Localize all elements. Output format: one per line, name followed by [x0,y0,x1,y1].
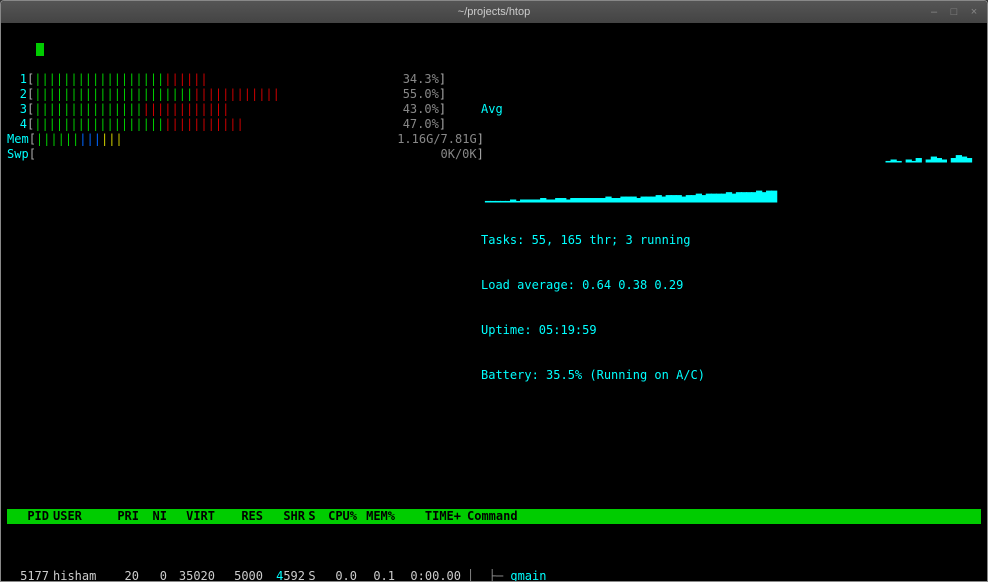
hdr-shr[interactable]: SHR [263,509,305,524]
terminal-window: ~/projects/htop – □ × 1 [|||||||||||||||… [0,0,988,582]
cpu-meter-3: 3 [||||||||||||||||||||||||||| 43.0%] [7,102,477,117]
cpu-meter-1: 1 [|||||||||||||||||||||||| 34.3%] [7,72,477,87]
cpu-meter-4: 4 [||||||||||||||||||||||||||||| 47.0%] [7,117,477,132]
avg-label: Avg [481,102,981,117]
swp-meter: Swp[ 0K/0K] [7,147,477,162]
hdr-cpu[interactable]: CPU% [319,509,357,524]
hdr-pid[interactable]: PID [7,509,49,524]
hdr-cmd[interactable]: Command [461,509,981,524]
hdr-virt[interactable]: VIRT [167,509,215,524]
mem-meter: Mem[|||||||||||| 1.16G/7.81G] [7,132,477,147]
sparkline: ▁▂▁ ▂▁▃ ▂▄▃▂ ▃▅▄▃ [481,153,981,163]
hdr-time[interactable]: TIME+ [395,509,461,524]
hdr-pri[interactable]: PRI [105,509,139,524]
load-line: Load average: 0.64 0.38 0.29 [481,278,981,293]
battery-line: Battery: 35.5% (Running on A/C) [481,368,981,383]
cursor [36,43,44,56]
uptime-line: Uptime: 05:19:59 [481,323,981,338]
process-header[interactable]: PID USER PRI NI VIRT RES SHR S CPU% MEM%… [7,509,981,524]
hdr-mem[interactable]: MEM% [357,509,395,524]
meters-left: 1 [|||||||||||||||||||||||| 34.3%]2 [|||… [7,72,477,413]
terminal-body[interactable]: 1 [|||||||||||||||||||||||| 34.3%]2 [|||… [1,23,987,582]
sparkline-2: ▁▁▁▁▁▂▁▂▂▂▂▃▂▂▃▃▂▃▃▃▃▃▃▃▄▃▃▄▄▄▃▄▄▄▅▄▅▅▅▄… [481,193,981,203]
hdr-s[interactable]: S [305,509,319,524]
process-row[interactable]: 5177hisham2003502050004592S0.00.10:00.00… [7,569,981,582]
meters-right: Avg ▁▂▁ ▂▁▃ ▂▄▃▂ ▃▅▄▃ ▁▁▁▁▁▂▁▂▂▂▂▃▂▂▃▃▂▃… [477,72,981,413]
hdr-ni[interactable]: NI [139,509,167,524]
cpu-meter-2: 2 [|||||||||||||||||||||||||||||||||| 55… [7,87,477,102]
close-icon[interactable]: × [967,5,981,19]
hdr-res[interactable]: RES [215,509,263,524]
tasks-line: Tasks: 55, 165 thr; 3 running [481,233,981,248]
titlebar[interactable]: ~/projects/htop – □ × [1,1,987,23]
minimize-icon[interactable]: – [927,5,941,19]
window-title: ~/projects/htop [458,6,530,18]
hdr-user[interactable]: USER [49,509,105,524]
process-list[interactable]: 5177hisham2003502050004592S0.00.10:00.00… [7,569,981,582]
maximize-icon[interactable]: □ [947,5,961,19]
